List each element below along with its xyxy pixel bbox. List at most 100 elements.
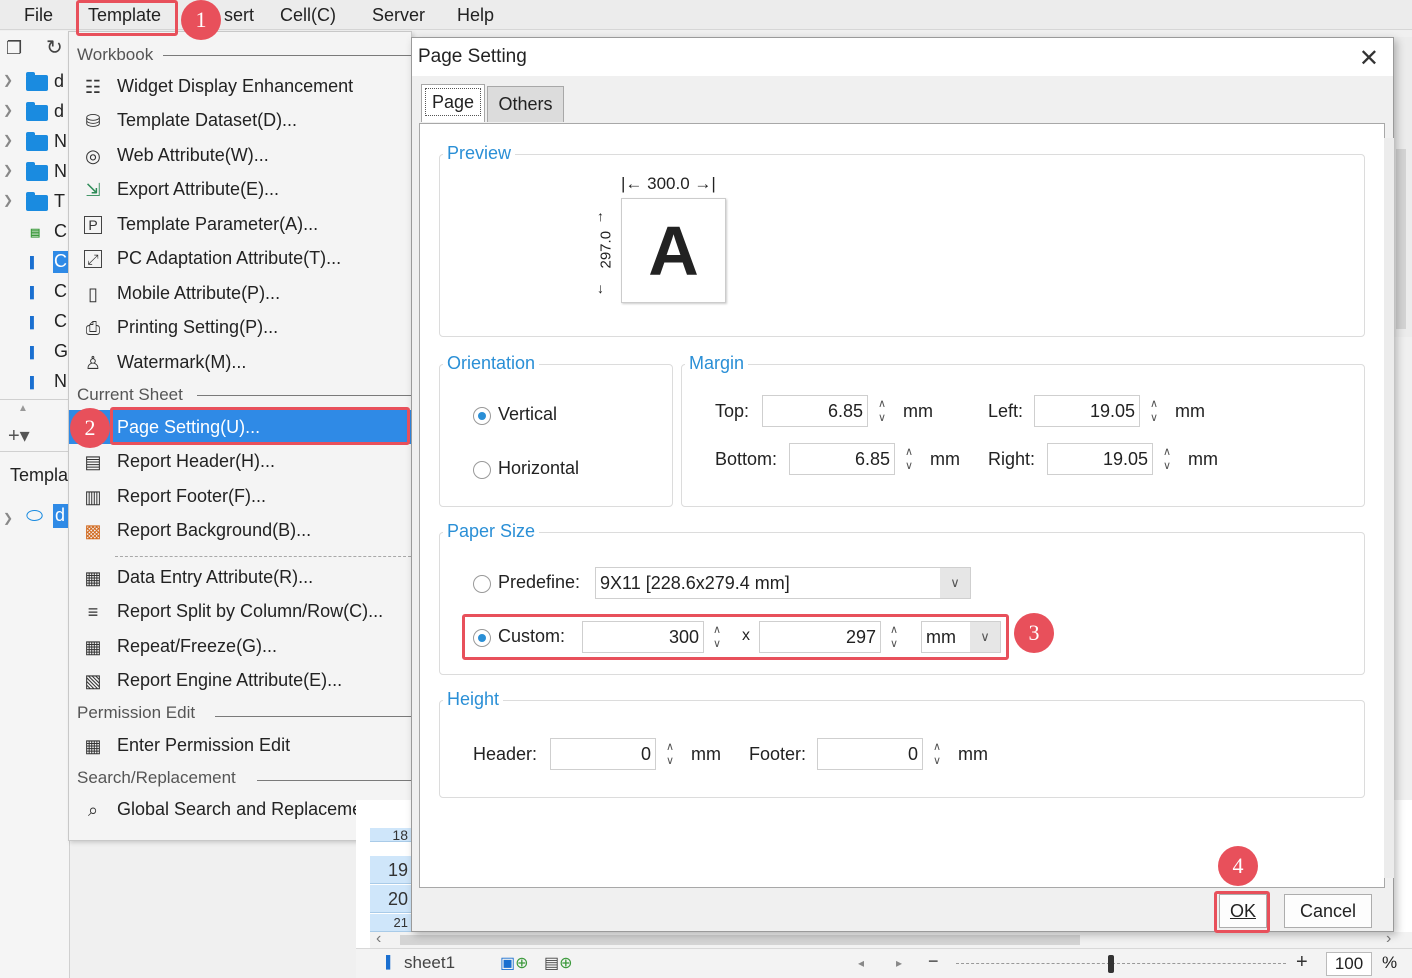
data-entry-icon: ▦ — [84, 568, 102, 588]
add-form-sheet-icon[interactable]: ▤⊕ — [544, 953, 573, 973]
group-workbook: Workbook — [77, 45, 154, 64]
horizontal-scrollbar[interactable]: ‹ › — [370, 930, 1412, 948]
freeze-icon: ▦ — [84, 637, 102, 657]
tree-file-row[interactable]: ▌ G — [0, 337, 70, 367]
tree-file-row-selected[interactable]: ▌ C — [0, 247, 70, 277]
tab-page[interactable]: Page — [421, 84, 485, 122]
add-report-sheet-icon[interactable]: ▣⊕ — [500, 953, 529, 973]
annotation-badge-3: 3 — [1014, 613, 1054, 653]
menu-item-report-footer[interactable]: ▥ Report Footer(F)... — [69, 479, 411, 513]
row-header[interactable]: 18 — [370, 828, 412, 842]
tree-item-label: T — [54, 191, 65, 211]
top-margin-input[interactable]: 6.85 — [762, 395, 868, 427]
row-header[interactable]: 20 — [370, 885, 412, 913]
menu-item-template-dataset[interactable]: ⛁ Template Dataset(D)... — [69, 103, 411, 137]
menu-item-pc-adaptation[interactable]: ⤢ PC Adaptation Attribute(T)... — [69, 241, 411, 275]
new-template-icon[interactable]: ❐ — [6, 38, 22, 59]
tree-folder-row[interactable]: ❯ N — [0, 127, 70, 157]
nav-next-icon[interactable]: ▸ — [896, 956, 902, 970]
menu-item-watermark[interactable]: ♙ Watermark(M)... — [69, 345, 411, 379]
menu-item-report-background[interactable]: ▩ Report Background(B)... — [69, 513, 411, 547]
tree-folder-row[interactable]: ❯ N — [0, 157, 70, 187]
zoom-slider-handle[interactable] — [1108, 955, 1114, 973]
zoom-level-input[interactable]: 100 — [1326, 952, 1372, 976]
vertical-radio[interactable] — [473, 407, 491, 425]
vertical-label[interactable]: Vertical — [498, 404, 557, 425]
expand-arrow-icon[interactable]: ❯ — [3, 73, 13, 87]
tree-file-row[interactable]: ▌ C — [0, 307, 70, 337]
predefine-radio[interactable] — [473, 575, 491, 593]
divider — [0, 451, 70, 452]
bottom-label: Bottom: — [715, 449, 778, 469]
nav-prev-icon[interactable]: ◂ — [858, 956, 864, 970]
sheet-tab[interactable]: sheet1 — [404, 953, 455, 973]
scroll-left-icon[interactable]: ‹ — [376, 930, 381, 948]
scrollbar-thumb[interactable] — [1396, 149, 1406, 329]
menu-item-report-split[interactable]: ≡ Report Split by Column/Row(C)... — [69, 594, 411, 628]
horizontal-radio[interactable] — [473, 461, 491, 479]
scroll-right-icon[interactable]: › — [1386, 930, 1391, 948]
tree-folder-row[interactable]: ❯ d — [0, 97, 70, 127]
header-height-stepper[interactable] — [658, 738, 686, 770]
refresh-icon[interactable]: ↻ — [46, 35, 63, 60]
menu-item-permission-edit[interactable]: ▦ Enter Permission Edit — [69, 728, 411, 762]
bottom-margin-stepper[interactable] — [897, 443, 925, 475]
permission-icon: ▦ — [84, 736, 102, 756]
collapse-up-icon[interactable]: ▲ — [18, 403, 28, 414]
bottom-margin-input[interactable]: 6.85 — [789, 443, 895, 475]
top-margin-stepper[interactable] — [870, 395, 898, 427]
zoom-out-button[interactable]: − — [928, 951, 939, 972]
expand-arrow-icon[interactable]: ❯ — [3, 163, 13, 177]
menu-file[interactable]: File — [24, 3, 53, 27]
predefine-select[interactable]: 9X11 [228.6x279.4 mm] ∨ — [595, 567, 971, 599]
close-icon[interactable]: ✕ — [1359, 44, 1379, 73]
database-icon: ⛁ — [85, 111, 101, 131]
menu-insert[interactable]: sert — [224, 3, 254, 27]
add-dataset-icon[interactable]: +▾ — [8, 423, 30, 448]
horizontal-label[interactable]: Horizontal — [498, 458, 579, 479]
right-margin-stepper[interactable] — [1155, 443, 1183, 475]
menu-item-printing-setting[interactable]: ⎙ Printing Setting(P)... — [69, 310, 411, 344]
footer-height-stepper[interactable] — [925, 738, 953, 770]
predefine-label[interactable]: Predefine: — [498, 572, 580, 593]
left-margin-input[interactable]: 19.05 — [1034, 395, 1140, 427]
scrollbar-thumb[interactable] — [400, 935, 1080, 945]
left-margin-stepper[interactable] — [1142, 395, 1170, 427]
menu-item-mobile-attribute[interactable]: ▯ Mobile Attribute(P)... — [69, 276, 411, 310]
tree-folder-row[interactable]: ❯ T — [0, 187, 70, 217]
tree-folder-row[interactable]: ❯ d — [0, 67, 70, 97]
menu-separator — [115, 556, 411, 557]
menu-item-template-parameter[interactable]: P Template Parameter(A)... — [69, 207, 411, 241]
right-margin-input[interactable]: 19.05 — [1047, 443, 1153, 475]
tree-file-row[interactable]: ▤ C — [0, 217, 70, 247]
menu-item-web-attribute[interactable]: ◎ Web Attribute(W)... — [69, 138, 411, 172]
dataset-label[interactable]: d — [55, 505, 65, 526]
menu-cell[interactable]: Cell(C) — [280, 3, 336, 27]
cancel-button[interactable]: Cancel — [1284, 894, 1372, 928]
report-file-icon: ▌ — [30, 257, 38, 269]
export-icon: ⇲ — [85, 180, 101, 200]
expand-arrow-icon[interactable]: ❯ — [3, 133, 13, 147]
expand-arrow-icon[interactable]: ❯ — [3, 511, 13, 525]
expand-arrow-icon[interactable]: ❯ — [3, 193, 13, 207]
menu-server[interactable]: Server — [372, 3, 425, 27]
expand-arrow-icon[interactable]: ❯ — [3, 103, 13, 117]
menu-item-report-engine[interactable]: ▧ Report Engine Attribute(E)... — [69, 663, 411, 697]
vertical-scrollbar[interactable] — [1393, 37, 1412, 337]
menu-item-export-attribute[interactable]: ⇲ Export Attribute(E)... — [69, 172, 411, 206]
header-height-input[interactable]: 0 — [550, 738, 656, 770]
menu-help[interactable]: Help — [457, 3, 494, 27]
menu-item-data-entry[interactable]: ▦ Data Entry Attribute(R)... — [69, 560, 411, 594]
zoom-in-button[interactable]: + — [1296, 951, 1308, 974]
row-header[interactable]: 19 — [370, 856, 412, 884]
dialog-scrollbar[interactable] — [1384, 138, 1394, 878]
tree-file-row[interactable]: ▌ N — [0, 367, 70, 397]
zoom-slider-track[interactable] — [956, 963, 1286, 964]
menu-item-report-header[interactable]: ▤ Report Header(H)... — [69, 444, 411, 478]
menu-item-repeat-freeze[interactable]: ▦ Repeat/Freeze(G)... — [69, 629, 411, 663]
footer-height-input[interactable]: 0 — [817, 738, 923, 770]
tree-file-row[interactable]: ▌ C — [0, 277, 70, 307]
menu-item-widget-display[interactable]: ☷ Widget Display Enhancement — [69, 69, 411, 103]
tab-others[interactable]: Others — [487, 86, 564, 122]
chevron-down-icon[interactable]: ∨ — [940, 568, 970, 598]
